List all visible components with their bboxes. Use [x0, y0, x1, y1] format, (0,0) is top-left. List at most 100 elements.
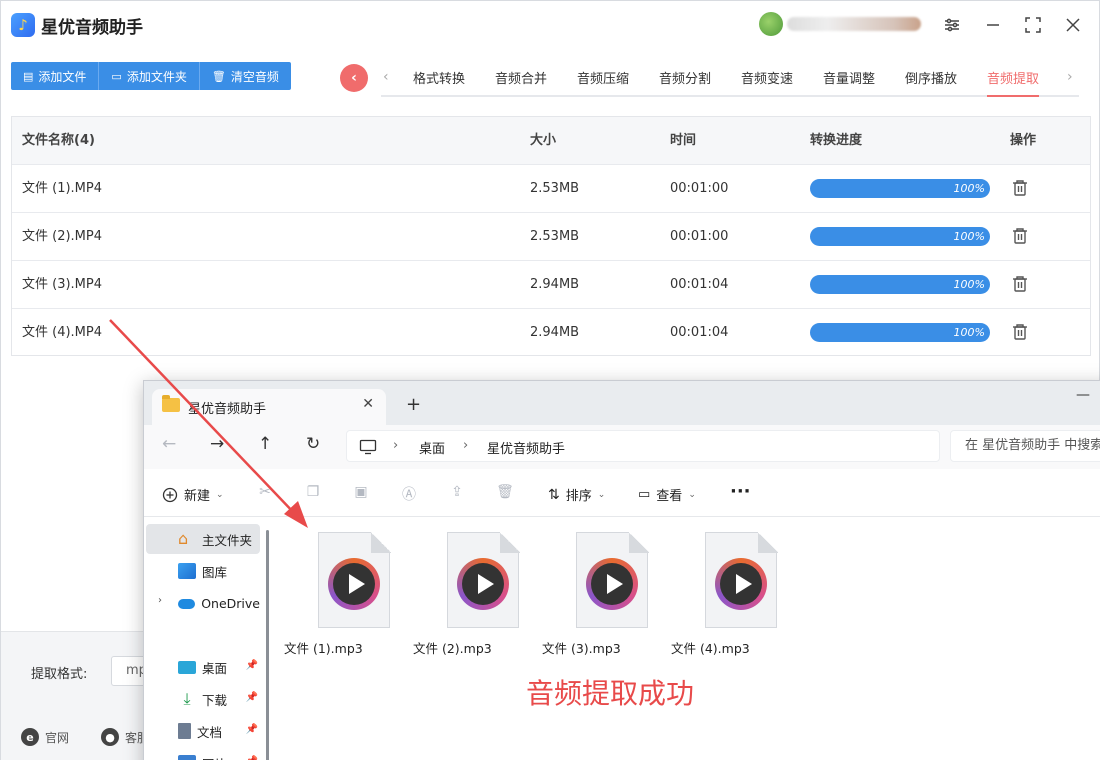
file-name: 文件 (2).mp3 [413, 641, 492, 656]
file-name: 文件 (3).mp3 [542, 641, 621, 656]
sidebar-item-documents[interactable]: 文档 📌 [146, 716, 260, 746]
tab-volume-adjust[interactable]: 音量调整 [823, 68, 875, 97]
forward-arrow-icon[interactable]: → [210, 434, 224, 454]
progress-label: 100% [953, 230, 985, 243]
rename-icon[interactable]: Ⓐ [400, 484, 418, 503]
table-row[interactable]: 文件 (1).MP4 2.53MB 00:01:00 100% [12, 165, 1090, 213]
avatar[interactable] [759, 12, 783, 36]
tab-reverse-play[interactable]: 倒序播放 [905, 68, 957, 97]
tab-audio-merge[interactable]: 音频合并 [495, 68, 547, 97]
more-options-icon[interactable]: ··· [730, 481, 751, 502]
sort-button[interactable]: ⇅ 排序 ⌄ [548, 485, 606, 505]
chevron-down-icon: ⌄ [597, 489, 606, 500]
computer-icon [359, 439, 377, 455]
delete-icon[interactable] [1010, 226, 1030, 246]
back-button[interactable]: ‹ [340, 64, 368, 92]
row-time: 00:01:00 [670, 229, 729, 244]
refresh-icon[interactable]: ↻ [306, 434, 320, 454]
up-arrow-icon[interactable]: ↑ [258, 434, 272, 454]
service-link[interactable]: ● 客服 [101, 728, 149, 746]
folder-icon: ▭ [111, 69, 122, 83]
tab-audio-split[interactable]: 音频分割 [659, 68, 711, 97]
trash-icon: 🗑 [211, 69, 226, 83]
pin-icon: 📌 [245, 660, 258, 671]
maximize-icon[interactable] [1021, 13, 1045, 37]
user-name-blurred[interactable] [787, 17, 921, 31]
row-filename: 文件 (3).MP4 [22, 277, 103, 292]
sidebar-scrollbar[interactable] [266, 530, 269, 760]
sidebar-item-pictures[interactable]: 图片 📌 [146, 748, 260, 760]
table-row[interactable]: 文件 (2).MP4 2.53MB 00:01:00 100% [12, 213, 1090, 261]
breadcrumb-folder[interactable]: 星优音频助手 [487, 438, 565, 457]
add-file-button[interactable]: ▤ 添加文件 [11, 62, 100, 90]
plus-circle-icon [162, 487, 178, 502]
close-icon[interactable] [1061, 13, 1085, 37]
website-link[interactable]: e 官网 [21, 728, 69, 746]
row-size: 2.94MB [530, 325, 580, 340]
clear-audio-button[interactable]: 🗑 清空音频 [199, 62, 291, 90]
explorer-nav-bar: ← → ↑ ↻ › 桌面 › 星优音频助手 在 星优音频助手 中搜索 [144, 425, 1100, 469]
sidebar-item-onedrive[interactable]: › OneDrive [146, 588, 260, 618]
sidebar-item-home[interactable]: ⌂ 主文件夹 [146, 524, 260, 554]
folder-icon [162, 395, 180, 412]
annotation-text: 音频提取成功 [526, 677, 695, 710]
tab-format-convert[interactable]: 格式转换 [413, 68, 465, 97]
breadcrumb-desktop[interactable]: 桌面 [419, 438, 445, 457]
play-inner [333, 563, 375, 605]
table-row[interactable]: 文件 (4).MP4 2.94MB 00:01:04 100% [12, 309, 1090, 357]
delete-icon[interactable] [1010, 178, 1030, 198]
new-label: 新建 [184, 489, 211, 504]
sidebar-item-desktop[interactable]: 桌面 📌 [146, 652, 260, 682]
pin-icon: 📌 [245, 692, 258, 703]
share-icon[interactable]: ⇪ [448, 484, 466, 502]
sidebar-item-label: 图片 [202, 754, 227, 760]
tab-audio-compress[interactable]: 音频压缩 [577, 68, 629, 97]
copy-icon[interactable]: ❐ [304, 484, 322, 502]
delete-icon[interactable] [1010, 322, 1030, 342]
explorer-tab[interactable]: 星优音频助手 ✕ [152, 389, 386, 425]
paste-icon[interactable]: ▣ [352, 484, 370, 502]
chevron-right-icon[interactable]: › [158, 595, 162, 606]
table-row[interactable]: 文件 (3).MP4 2.94MB 00:01:04 100% [12, 261, 1090, 309]
tab-audio-speed[interactable]: 音频变速 [741, 68, 793, 97]
add-folder-button[interactable]: ▭ 添加文件夹 [99, 62, 200, 90]
gallery-icon [178, 563, 196, 579]
breadcrumb-separator-icon: › [393, 438, 399, 453]
search-input[interactable]: 在 星优音频助手 中搜索 [950, 430, 1100, 462]
file-list: 文件 (1).mp3 文件 (2).mp3 文件 (3).mp3 文件 (4).… [284, 518, 1100, 760]
address-bar[interactable]: › 桌面 › 星优音频助手 [346, 430, 940, 462]
new-tab-icon[interactable]: + [406, 394, 421, 415]
play-triangle [736, 574, 752, 594]
sidebar-item-label: 文档 [197, 724, 223, 740]
chat-icon: ● [101, 728, 119, 746]
file-fold [758, 532, 778, 553]
file-icon: ▤ [23, 69, 34, 83]
file-fold [500, 532, 520, 553]
sidebar-item-gallery[interactable]: 图库 [146, 556, 260, 586]
cloud-icon [178, 599, 196, 609]
back-arrow-icon[interactable]: ← [162, 434, 176, 454]
delete-icon[interactable]: 🗑 [496, 484, 514, 502]
tab-close-icon[interactable]: ✕ [362, 396, 374, 412]
header-time: 时间 [670, 133, 697, 148]
row-filename: 文件 (4).MP4 [22, 325, 103, 340]
play-triangle [478, 574, 494, 594]
new-button[interactable]: 新建 ⌄ [162, 485, 224, 504]
media-play-icon [586, 558, 638, 610]
sidebar-item-label: 主文件夹 [202, 532, 253, 548]
settings-icon[interactable] [940, 13, 964, 37]
document-icon [178, 723, 191, 739]
cut-icon[interactable]: ✂ [256, 484, 274, 502]
delete-icon[interactable] [1010, 274, 1030, 294]
tab-audio-extract[interactable]: 音频提取 [987, 68, 1040, 97]
add-folder-label: 添加文件夹 [126, 69, 187, 84]
view-button[interactable]: ▭ 查看 ⌄ [638, 485, 696, 504]
tab-scroll-left-icon[interactable]: ‹ [383, 69, 389, 85]
play-inner [462, 563, 504, 605]
file-name: 文件 (1).mp3 [284, 641, 363, 656]
sidebar-item-downloads[interactable]: ⤓ 下载 📌 [146, 684, 260, 714]
minimize-icon[interactable] [981, 13, 1005, 37]
minimize-icon[interactable]: — [1076, 387, 1090, 403]
tab-scroll-right-icon[interactable]: › [1067, 69, 1073, 85]
explorer-tab-title: 星优音频助手 [188, 402, 267, 417]
